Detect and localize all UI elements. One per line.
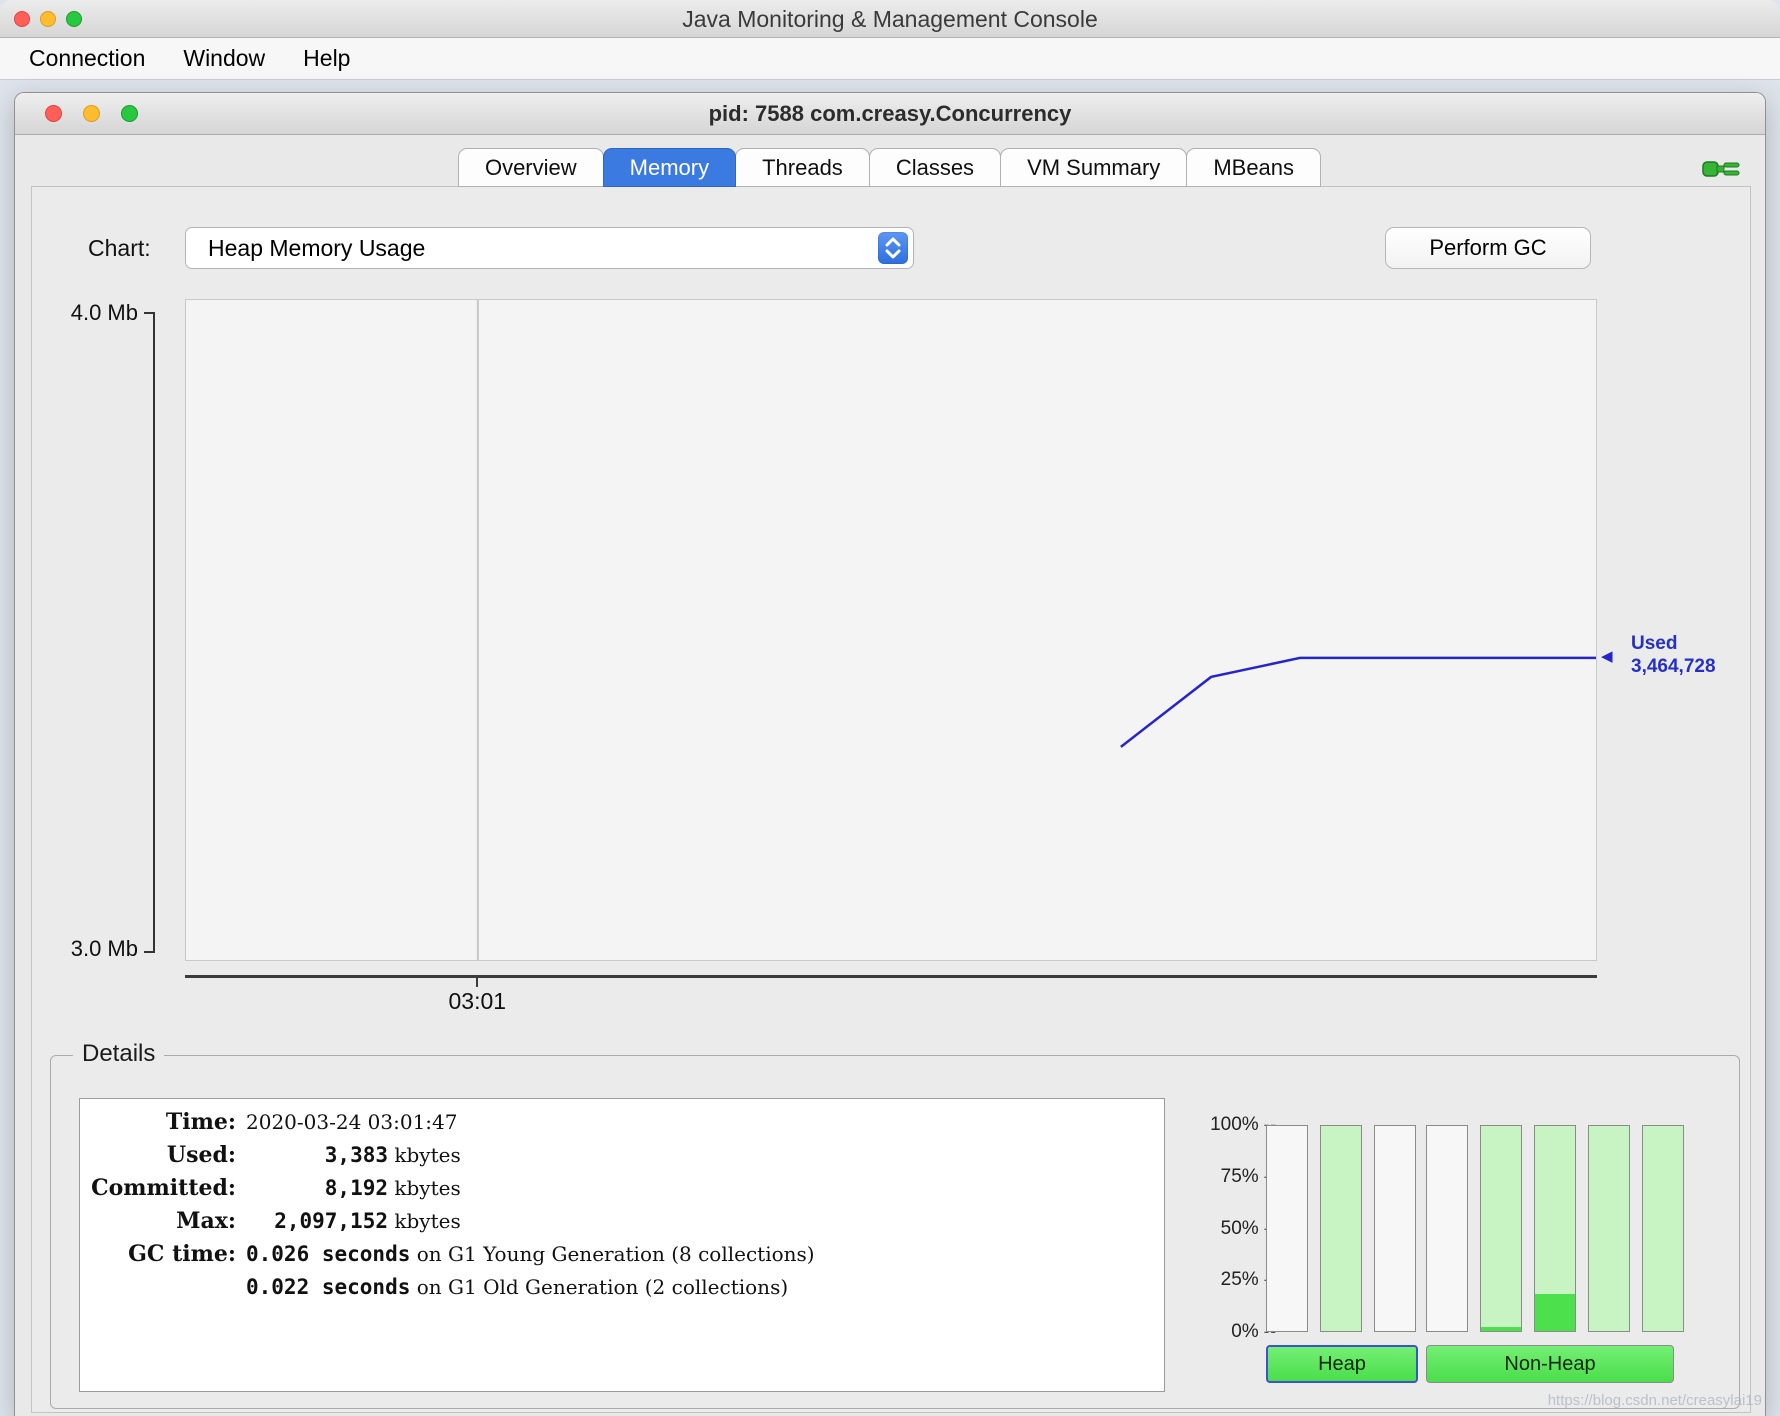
chart-label: Chart: (88, 235, 151, 262)
memory-pool-bar-heap (1266, 1125, 1308, 1332)
tab-threads[interactable]: Threads (735, 148, 870, 187)
app-titlebar: pid: 7588 com.creasy.Concurrency (15, 93, 1765, 135)
memory-pool-bar-heap (1374, 1125, 1416, 1332)
close-button[interactable] (14, 11, 30, 27)
menu-item-help[interactable]: Help (284, 45, 369, 72)
details-row: 0.022 seconds on G1 Old Generation (2 co… (86, 1272, 815, 1305)
pool-axis-tick: 75%-- (1181, 1166, 1277, 1187)
macos-titlebar: Java Monitoring & Management Console (0, 0, 1780, 38)
menu-item-connection[interactable]: Connection (10, 45, 164, 72)
menu-item-window[interactable]: Window (164, 45, 284, 72)
memory-pool-bar-nonheap (1426, 1125, 1468, 1332)
tab-classes[interactable]: Classes (869, 148, 1001, 187)
details-row-label: Time: (86, 1107, 246, 1140)
zoom-button[interactable] (66, 11, 82, 27)
tab-vm-summary[interactable]: VM Summary (1000, 148, 1187, 187)
memory-tab-panel: Chart: Heap Memory Usage Perform GC 4.0 … (31, 186, 1751, 1413)
heap-usage-chart (185, 299, 1597, 961)
details-row-label (86, 1272, 246, 1305)
details-row: Time:2020-03-24 03:01:47 (86, 1107, 815, 1140)
details-row-value: 2,097,152 kbytes (246, 1206, 815, 1239)
used-series-value: 3,464,728 (1631, 655, 1716, 678)
details-row-value: 0.022 seconds on G1 Old Generation (2 co… (246, 1272, 815, 1305)
details-row: Used:3,383 kbytes (86, 1140, 815, 1173)
app-close-button[interactable] (45, 105, 62, 122)
details-row-value: 0.026 seconds on G1 Young Generation (8 … (246, 1239, 815, 1272)
pool-chart: 100%-- 75%-- 50%-- 25%-- 0%-- HeapNon-Heap (1181, 1098, 1747, 1394)
pool-axis-tick: 100%-- (1181, 1114, 1277, 1135)
memory-pool-bar-nonheap (1588, 1125, 1630, 1332)
window-title: Java Monitoring & Management Console (0, 0, 1780, 38)
watermark: https://blog.csdn.net/creasylai19 (1548, 1392, 1762, 1409)
used-label: Used 3,464,728 (1631, 632, 1716, 678)
pool-axis-tick: 25%-- (1181, 1269, 1277, 1290)
used-series-name: Used (1631, 632, 1716, 655)
x-axis (185, 975, 1597, 978)
y-axis-label-min: 3.0 Mb (40, 935, 138, 963)
details-box: Time:2020-03-24 03:01:47Used:3,383 kbyte… (79, 1098, 1165, 1392)
details-legend: Details (73, 1040, 164, 1068)
details-row-label: Max: (86, 1206, 246, 1239)
memory-pool-bar-nonheap (1534, 1125, 1576, 1332)
y-axis (144, 313, 155, 952)
details-table: Time:2020-03-24 03:01:47Used:3,383 kbyte… (86, 1107, 815, 1305)
details-row-label: Used: (86, 1140, 246, 1173)
tab-bar: OverviewMemoryThreadsClassesVM SummaryMB… (15, 148, 1765, 187)
used-marker-icon: ◀ (1601, 647, 1613, 665)
details-row-label: Committed: (86, 1173, 246, 1206)
minimize-button[interactable] (40, 11, 56, 27)
details-row-value: 3,383 kbytes (246, 1140, 815, 1173)
app-zoom-button[interactable] (121, 105, 138, 122)
memory-pool-bar-heap (1320, 1125, 1362, 1332)
memory-pool-bar-nonheap (1480, 1125, 1522, 1332)
details-row-value: 2020-03-24 03:01:47 (246, 1107, 815, 1140)
pool-axis-tick: 50%-- (1181, 1218, 1277, 1239)
chart-type-value: Heap Memory Usage (208, 228, 425, 268)
app-window: pid: 7588 com.creasy.Concurrency Overvie… (14, 92, 1766, 1416)
app-window-title: pid: 7588 com.creasy.Concurrency (15, 93, 1765, 135)
details-row-label: GC time: (86, 1239, 246, 1272)
x-tick-label: 03:01 (417, 988, 537, 1015)
chart-type-select[interactable]: Heap Memory Usage (185, 227, 914, 269)
perform-gc-button[interactable]: Perform GC (1385, 227, 1591, 269)
select-stepper-icon[interactable] (878, 232, 908, 264)
tab-memory[interactable]: Memory (603, 148, 736, 187)
details-group: Details Time:2020-03-24 03:01:47Used:3,3… (50, 1055, 1740, 1409)
tab-overview[interactable]: Overview (458, 148, 604, 187)
non-heap-button[interactable]: Non-Heap (1426, 1345, 1674, 1383)
details-row: Committed:8,192 kbytes (86, 1173, 815, 1206)
app-minimize-button[interactable] (83, 105, 100, 122)
heap-chart-svg (186, 300, 1596, 960)
tab-mbeans[interactable]: MBeans (1186, 148, 1321, 187)
pool-axis-tick: 0%-- (1181, 1321, 1277, 1342)
details-row-value: 8,192 kbytes (246, 1173, 815, 1206)
heap-button[interactable]: Heap (1266, 1345, 1418, 1383)
y-axis-label-max: 4.0 Mb (40, 299, 138, 327)
details-row: GC time:0.026 seconds on G1 Young Genera… (86, 1239, 815, 1272)
x-tick (476, 978, 478, 987)
memory-pool-bar-nonheap (1642, 1125, 1684, 1332)
menu-bar: ConnectionWindowHelp (0, 38, 1780, 80)
details-row: Max:2,097,152 kbytes (86, 1206, 815, 1239)
